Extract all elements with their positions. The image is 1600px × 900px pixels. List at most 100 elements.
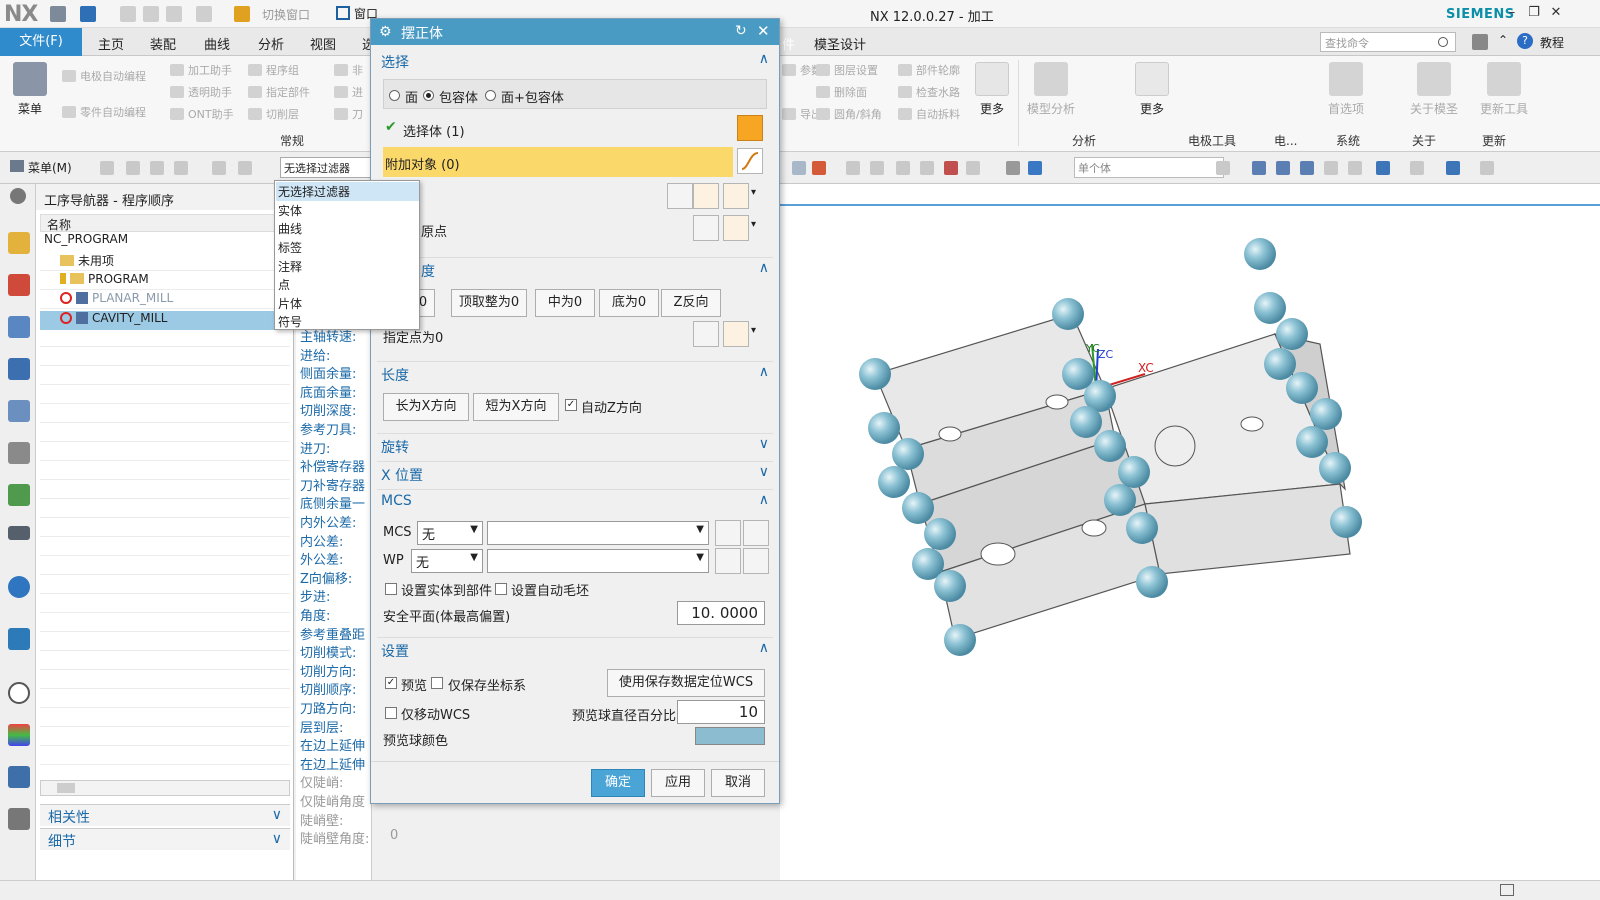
menu-big-button[interactable]: 菜单 [8,62,52,117]
delete-face-button[interactable]: 删除面 [816,84,867,100]
btn-short-as-x[interactable]: 短为X方向 [473,393,559,421]
specify-part-button[interactable]: 指定部件 [248,84,310,100]
view-icon-3[interactable] [1300,161,1314,175]
machine-navigator-icon[interactable] [8,400,30,422]
filter-option-point[interactable]: 点 [276,275,419,294]
radio-face[interactable] [389,90,400,101]
view-icon-9[interactable] [1480,161,1494,175]
type-filter-select[interactable]: 无选择过滤器 [280,157,372,178]
help-icon[interactable]: ? [1517,33,1533,49]
toolbar-icon-5[interactable] [212,161,226,175]
section-length[interactable]: 长度 ∧ [377,361,773,385]
layer-settings-button[interactable]: 图层设置 [816,62,878,78]
snap-icon-6[interactable] [920,161,934,175]
navigator-hscrollbar[interactable] [40,780,290,796]
repeat-command-icon[interactable] [196,6,212,22]
snap-icon-2[interactable] [812,161,826,175]
preferences-button[interactable]: 首选项 [1322,62,1370,117]
chevron-down-icon[interactable]: ▾ [751,219,756,230]
point-icon[interactable] [693,215,719,241]
snap-icon-7[interactable] [944,161,958,175]
set-auto-blank-checkbox[interactable] [495,583,507,595]
model-analysis-button[interactable]: 模型分析 [1024,62,1078,117]
ok-button[interactable]: 确定 [591,769,645,797]
paste-icon[interactable] [166,6,182,22]
reset-icon[interactable]: ↻ [735,23,747,39]
section-rotate[interactable]: 旋转 ∨ [377,433,773,457]
section-mcs[interactable]: MCS ∧ [377,489,773,513]
extra-object-row[interactable]: 附加对象 (0) [383,147,733,177]
tab-analysis[interactable]: 分析 [258,34,284,53]
restore-button[interactable]: ❐ [1524,4,1544,22]
filter-option-curve[interactable]: 曲线 [276,219,419,238]
tab-assembly[interactable]: 装配 [150,34,176,53]
csys-icon[interactable] [693,183,719,209]
part-navigator-icon[interactable] [8,316,30,338]
mcs-list-icon[interactable] [715,520,741,546]
snap-icon-1[interactable] [792,161,806,175]
filter-option-symbol[interactable]: 符号 [276,312,419,331]
cut-level-button[interactable]: 切削层 [248,106,299,122]
switch-window-button[interactable]: 切换窗口 [262,6,310,23]
btn-bottom-zero[interactable]: 底为0 [599,289,659,317]
mcs-name-select[interactable]: ▼ [487,521,709,545]
ribbon-partial-3[interactable]: 刀 [334,106,363,122]
part-outline-button[interactable]: 部件轮廓 [898,62,960,78]
snap-icon-3[interactable] [846,161,860,175]
tab-home[interactable]: 主页 [98,34,124,53]
tree-row-planar-mill[interactable]: PLANAR_MILL [40,291,290,310]
toolbar-icon-6[interactable] [238,161,252,175]
check-waterway-button[interactable]: 检查水路 [898,84,960,100]
select-body-cube-icon[interactable] [737,115,763,141]
section-select[interactable]: 选择 ∧ [377,49,773,73]
use-saved-wcs-button[interactable]: 使用保存数据定位WCS [607,669,765,697]
transparent-assistant-button[interactable]: 透明助手 [170,84,232,100]
tree-row-nc-program[interactable]: NC_PROGRAM [40,232,290,251]
color-icon[interactable] [8,724,30,746]
scroll-thumb[interactable] [57,783,75,793]
section-settings[interactable]: 设置 ∧ [377,637,773,661]
point-constructor-icon[interactable] [723,215,749,241]
view-icon-2[interactable] [1276,161,1290,175]
wp-name-select[interactable]: ▼ [487,549,709,573]
reuse-library-icon[interactable] [8,442,30,464]
filter-option-label[interactable]: 标签 [276,238,419,257]
ribbon-partial-2[interactable]: 进 [334,84,363,100]
chevron-down-icon[interactable]: ▾ [751,325,756,336]
constraint-navigator-icon[interactable] [8,274,30,296]
arrow-icon[interactable] [1216,161,1230,175]
snap-icon-8[interactable] [966,161,980,175]
single-body-select[interactable]: 单个体 [1074,157,1224,178]
section-height[interactable]: 度 ∧ [377,257,773,281]
view-icon-7[interactable] [1410,161,1424,175]
graphics-window[interactable]: XC YC ZC [780,184,1600,880]
about-mold-button[interactable]: 关于模圣 [1406,62,1462,117]
btn-top-round-zero[interactable]: 顶取整为0 [451,289,527,317]
tree-row-unused[interactable]: 未用项 [40,252,290,271]
system-scene-icon[interactable] [8,808,30,830]
program-group-button[interactable]: 程序组 [248,62,299,78]
wp-list-icon[interactable] [715,548,741,574]
preview-checkbox[interactable]: ✓ [385,677,397,689]
filter-option-none[interactable]: 无选择过滤器 [276,182,419,201]
filter-option-solid[interactable]: 实体 [276,201,419,220]
snap-icon-5[interactable] [896,161,910,175]
tab-part-partial[interactable]: 件 [782,34,795,53]
electrode-auto-program-button[interactable]: 电极自动编程 [62,68,146,84]
more-button-1[interactable]: 更多 [972,62,1012,117]
mcs-help-icon[interactable] [743,520,769,546]
fillet-chamfer-button[interactable]: 圆角/斜角 [816,106,882,122]
radio-bounding-body[interactable] [423,90,434,101]
close-window-button[interactable]: ✕ [1546,4,1566,22]
vector-icon[interactable] [723,183,749,209]
machining-assistant-button[interactable]: 加工助手 [170,62,232,78]
menu-dropdown[interactable]: 菜单(M) [28,159,72,176]
point-constructor-icon-2[interactable] [723,321,749,347]
apply-button[interactable]: 应用 [651,769,705,797]
roles-icon[interactable] [8,766,30,788]
close-icon[interactable]: ✕ [757,22,770,40]
csys-reset-icon[interactable] [667,183,693,209]
info-icon[interactable] [8,576,30,598]
ball-color-swatch[interactable] [695,727,765,745]
undo-icon[interactable] [80,6,96,22]
